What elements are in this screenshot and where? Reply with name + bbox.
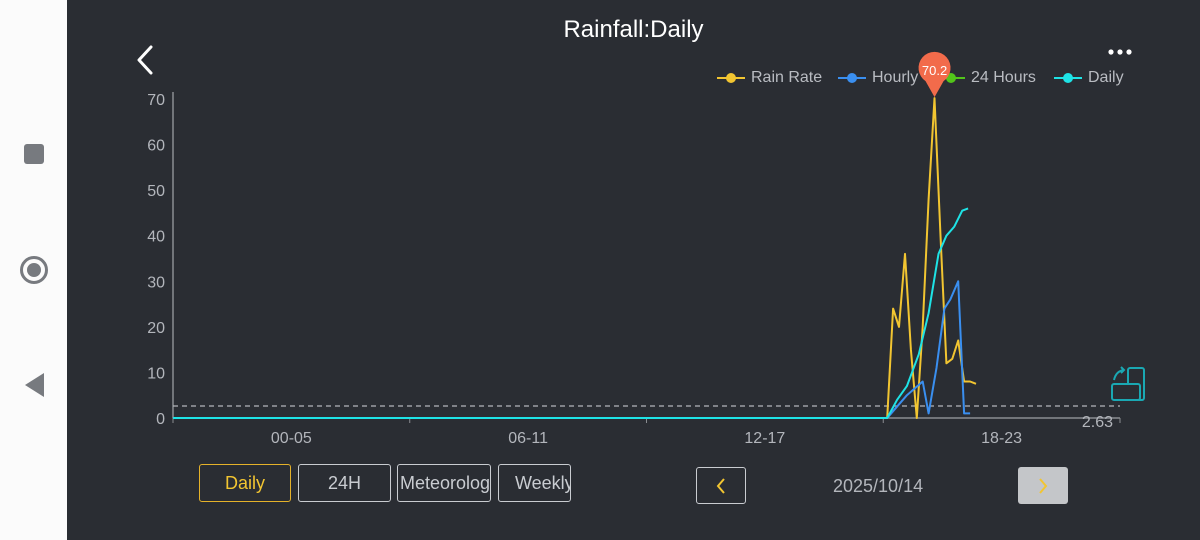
previous-day-button[interactable] [696,467,746,504]
series-line-daily [173,207,969,419]
x-tick-label: 06-11 [508,430,548,447]
chevron-right-icon [1039,477,1048,494]
rainfall-chart: 0 10 20 30 40 50 60 70 00-05 06-11 12-17 18-23 2.63 7… [147,51,1145,447]
y-tick-label: 30 [147,274,165,291]
series-line-hourly [173,280,971,419]
x-tick-label: 12-17 [744,430,785,447]
x-tick-label: 18-23 [981,430,1022,447]
rotate-icon-part [1113,366,1126,381]
tab-daily[interactable]: Daily [199,464,291,502]
y-tick-label: 20 [147,320,165,337]
recents-icon[interactable] [0,140,67,168]
tab-meteorology[interactable]: Meteorology [397,464,491,502]
reference-line-label: 2.63 [1082,414,1113,431]
tab-weekly[interactable]: Weekly [498,464,571,502]
back-nav-icon[interactable] [0,372,67,398]
rainfall-app: Rainfall:Daily Rain Rate Hourly 24 Hours… [67,0,1200,540]
peak-tooltip: 70.2 [918,51,951,98]
y-tick-label: 70 [147,92,165,109]
y-tick-label: 60 [147,138,165,155]
y-tick-label: 0 [156,411,165,428]
tooltip-value: 70.2 [922,63,947,78]
chevron-left-icon [716,477,725,494]
rotate-icon-part [1111,383,1141,401]
rotate-screen-icon[interactable] [1111,366,1145,401]
system-nav-bar [0,0,67,540]
current-date[interactable]: 2025/10/14 [833,476,923,497]
y-tick-label: 50 [147,183,165,200]
next-day-button[interactable] [1018,467,1068,504]
y-tick-label: 40 [147,229,165,246]
tab-24h[interactable]: 24H [298,464,391,502]
series-line-rain-rate [173,97,977,419]
x-tick-label: 00-05 [271,430,312,447]
y-tick-label: 10 [147,365,165,382]
home-icon[interactable] [0,255,67,285]
